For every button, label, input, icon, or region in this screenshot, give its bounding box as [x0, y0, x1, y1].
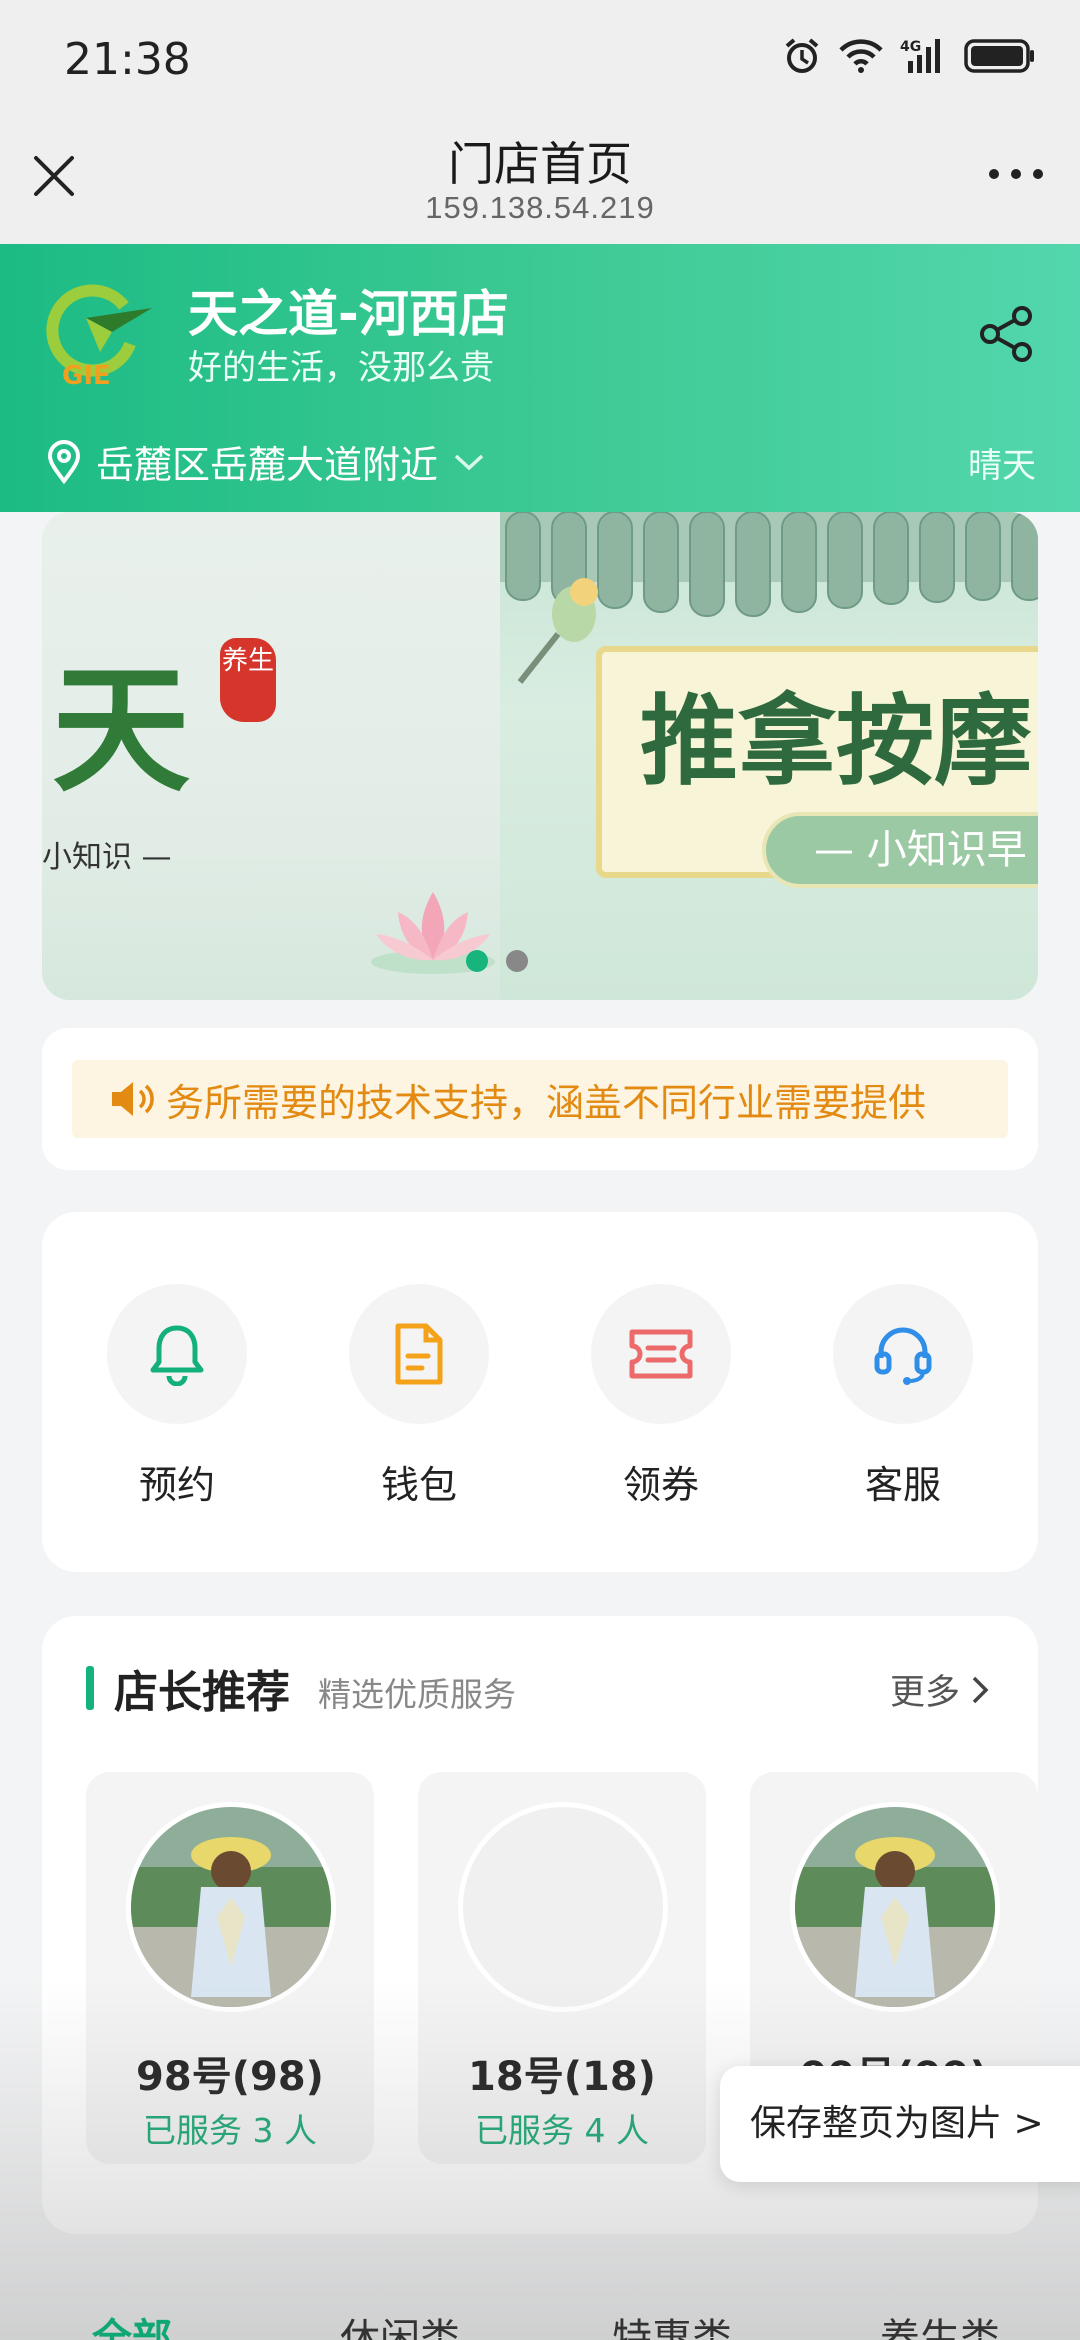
notice-text: 务所需要的技术支持，涵盖不同行业需要提供 — [166, 1080, 927, 1125]
action-wallet-circle — [349, 1284, 489, 1424]
page-url: 159.138.54.219 — [425, 190, 655, 225]
action-booking-label: 预约 — [138, 1463, 215, 1507]
notice-marquee[interactable]: 务所需要的技术支持，涵盖不同行业需要提供 — [72, 1060, 1008, 1138]
banner-slide-2[interactable]: 推拿按摩 — 小知识早 — [500, 512, 1038, 1000]
banner-carousel[interactable]: 天 养生 小知识 — 推拿按摩 — 小知识早 — [42, 512, 1038, 1000]
weather-text: 晴天 — [968, 446, 1036, 486]
section-subtitle: 精选优质服务 — [318, 1675, 516, 1714]
document-icon — [395, 1323, 443, 1385]
action-wallet-label: 钱包 — [380, 1463, 457, 1507]
bell-icon — [150, 1325, 204, 1386]
action-support[interactable]: 客服 — [828, 1284, 978, 1509]
staff-served-count: 已服务 4 人 — [475, 2111, 649, 2150]
tab-all[interactable]: 全部 — [92, 2306, 172, 2340]
more-options-icon[interactable] — [986, 164, 1046, 184]
tab-discount[interactable]: 特惠类 — [612, 2306, 732, 2340]
staff-name: 98号(98) — [136, 2054, 324, 2100]
more-link[interactable]: 更多 — [890, 1664, 990, 1715]
category-tabs: 全部 休闲类 特惠类 养生类 — [0, 2300, 1080, 2340]
status-bar: 21:38 4G — [0, 0, 1080, 120]
action-coupon-circle — [591, 1284, 731, 1424]
seal-stamp: 养生 — [220, 638, 276, 722]
status-icons: 4G — [782, 36, 1036, 76]
section-accent-bar — [86, 1666, 94, 1710]
banner-slide-1[interactable]: 天 养生 小知识 — — [42, 512, 504, 1000]
chevron-down-icon — [454, 454, 484, 470]
staff-photo — [795, 1807, 995, 2007]
action-booking-circle — [107, 1284, 247, 1424]
staff-card[interactable]: 18号(18) 已服务 4 人 — [418, 1772, 706, 2164]
action-coupon-label: 领券 — [622, 1463, 699, 1507]
tab-leisure[interactable]: 休闲类 — [340, 2306, 460, 2340]
tab-wellness[interactable]: 养生类 — [880, 2306, 1000, 2340]
carousel-dot[interactable] — [506, 950, 528, 972]
staff-served-count: 已服务 3 人 — [143, 2111, 317, 2150]
store-logo: GIE — [46, 284, 152, 388]
title-bar: 门店首页 159.138.54.219 — [0, 120, 1080, 244]
ticket-icon — [629, 1329, 693, 1379]
page-title: 门店首页 — [448, 137, 632, 191]
staff-avatar — [126, 1802, 336, 2012]
lotus-icon — [371, 892, 495, 974]
save-page-as-image-button[interactable]: 保存整页为图片 > — [720, 2066, 1080, 2182]
store-name: 天之道-河西店 — [188, 285, 509, 343]
store-slogan: 好的生活，没那么贵 — [188, 348, 494, 388]
chevron-right-icon — [972, 1676, 989, 1703]
alarm-icon — [785, 38, 819, 73]
more-link-label: 更多 — [889, 1673, 960, 1713]
share-icon[interactable] — [976, 304, 1036, 364]
staff-card[interactable]: 98号(98) 已服务 3 人 — [86, 1772, 374, 2164]
action-booking[interactable]: 预约 — [102, 1284, 252, 1509]
logo-text: GIE — [62, 361, 111, 388]
action-support-circle — [833, 1284, 973, 1424]
wifi-icon — [839, 39, 883, 73]
4g-signal-icon: 4G — [900, 39, 940, 73]
headset-icon — [874, 1327, 932, 1385]
section-title: 店长推荐 — [114, 1667, 290, 1718]
action-support-label: 客服 — [864, 1463, 941, 1507]
action-coupon[interactable]: 领券 — [586, 1284, 736, 1509]
staff-photo — [131, 1807, 331, 2007]
status-time: 21:38 — [64, 34, 191, 85]
store-header: GIE 天之道-河西店 好的生活，没那么贵 岳麓区岳麓大道附近 晴天 — [0, 244, 1080, 512]
banner-slide-1-title: 天 — [52, 648, 191, 811]
action-wallet[interactable]: 钱包 — [344, 1284, 494, 1509]
location-selector[interactable]: 岳麓区岳麓大道附近 — [46, 434, 486, 489]
banner-slide-2-pill: — 小知识早 — [762, 812, 1038, 888]
svg-text:4G: 4G — [900, 39, 921, 55]
location-pin-icon — [47, 439, 81, 484]
staff-avatar — [790, 1802, 1000, 2012]
carousel-dots — [466, 950, 528, 972]
notice-card: 务所需要的技术支持，涵盖不同行业需要提供 — [42, 1028, 1038, 1170]
quick-actions: 预约 钱包 领券 客服 — [42, 1212, 1038, 1572]
banner-slide-1-subtitle: 小知识 — — [42, 840, 172, 875]
staff-name: 18号(18) — [468, 2054, 656, 2100]
location-text: 岳麓区岳麓大道附近 — [96, 443, 439, 487]
battery-icon — [964, 39, 1034, 73]
banner-slide-2-title: 推拿按摩 — [640, 684, 1033, 799]
carousel-dot-active[interactable] — [466, 950, 488, 972]
speaker-icon — [112, 1082, 154, 1116]
staff-avatar-empty — [458, 1802, 668, 2012]
